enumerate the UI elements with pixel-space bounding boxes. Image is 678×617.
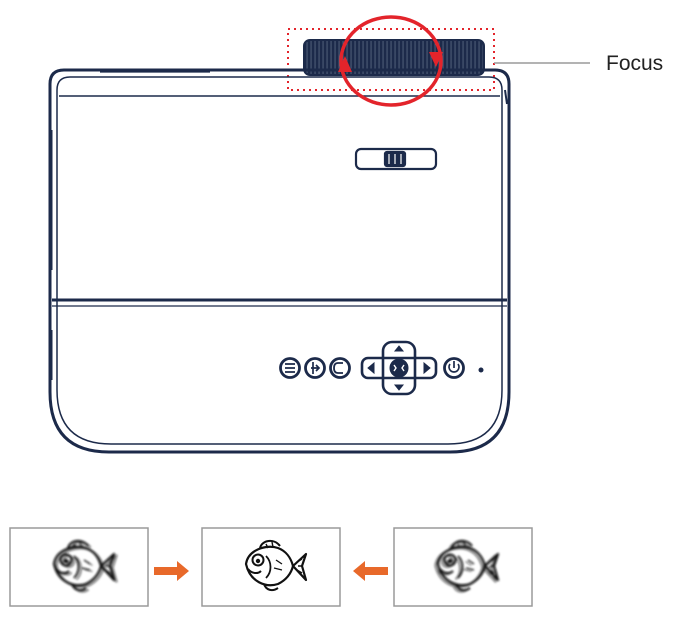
power-icon[interactable] <box>443 357 465 379</box>
focus-frame-blurry-left <box>9 527 149 607</box>
back-icon[interactable] <box>329 357 351 379</box>
focus-ring[interactable] <box>287 28 495 91</box>
arrow-right-icon <box>154 561 189 581</box>
focus-frame-blurry-right <box>393 527 533 607</box>
keystone-slider[interactable] <box>354 147 438 171</box>
navigation-pad <box>360 340 438 396</box>
focus-frame-sharp <box>201 527 341 607</box>
focus-sequence <box>9 527 533 607</box>
arrow-left-icon <box>353 561 388 581</box>
menu-icon[interactable] <box>279 357 301 379</box>
focus-label: Focus <box>606 52 663 75</box>
ok-icon[interactable] <box>389 358 409 378</box>
input-source-icon[interactable] <box>304 357 326 379</box>
projector-body <box>48 68 511 454</box>
left-arrow-icon[interactable] <box>367 361 375 375</box>
control-panel <box>279 340 484 396</box>
indicator-light <box>478 367 484 373</box>
projector-focus-diagram: Focus <box>9 15 663 607</box>
right-arrow-icon[interactable] <box>423 361 431 375</box>
